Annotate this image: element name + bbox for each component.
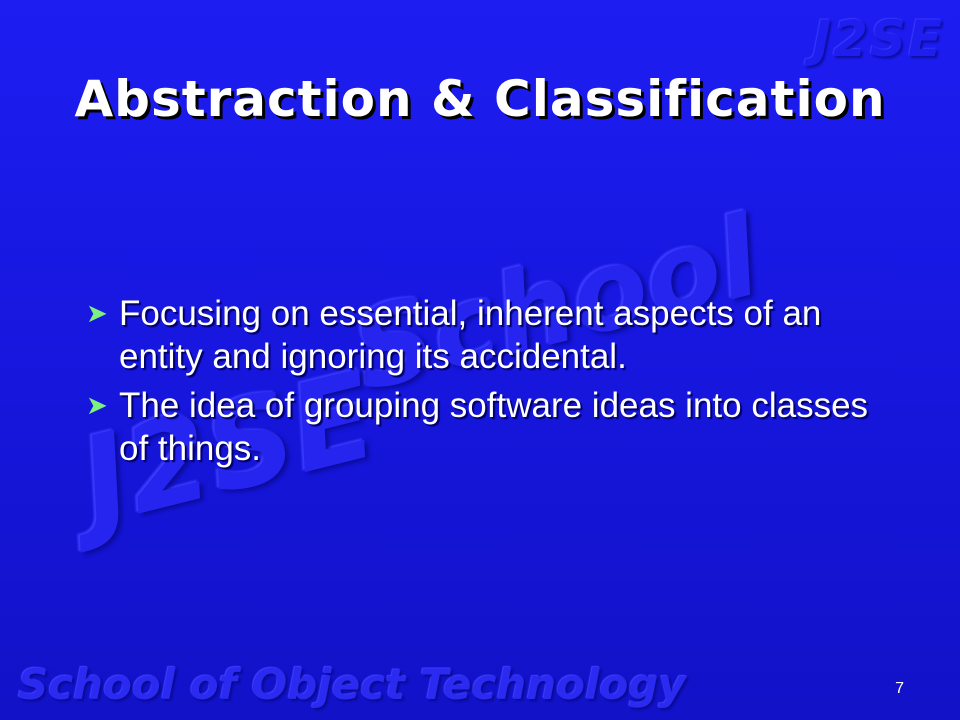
footer-brand-logo: School of Object Technology <box>18 660 686 709</box>
bullet-list: ➤ Focusing on essential, inherent aspect… <box>86 292 896 476</box>
arrow-bullet-icon: ➤ <box>86 390 108 420</box>
bullet-text: The idea of grouping software ideas into… <box>119 386 869 468</box>
corner-watermark-logo: J2SE <box>812 10 944 68</box>
bullet-item: ➤ Focusing on essential, inherent aspect… <box>86 292 896 378</box>
page-number: 7 <box>895 680 904 697</box>
bullet-text: Focusing on essential, inherent aspects … <box>119 294 822 376</box>
slide-title: Abstraction & Classification <box>74 70 886 128</box>
slide: J2SE School J2SE Abstraction & Classific… <box>0 0 960 720</box>
arrow-bullet-icon: ➤ <box>86 298 108 328</box>
bullet-item: ➤ The idea of grouping software ideas in… <box>86 384 896 470</box>
